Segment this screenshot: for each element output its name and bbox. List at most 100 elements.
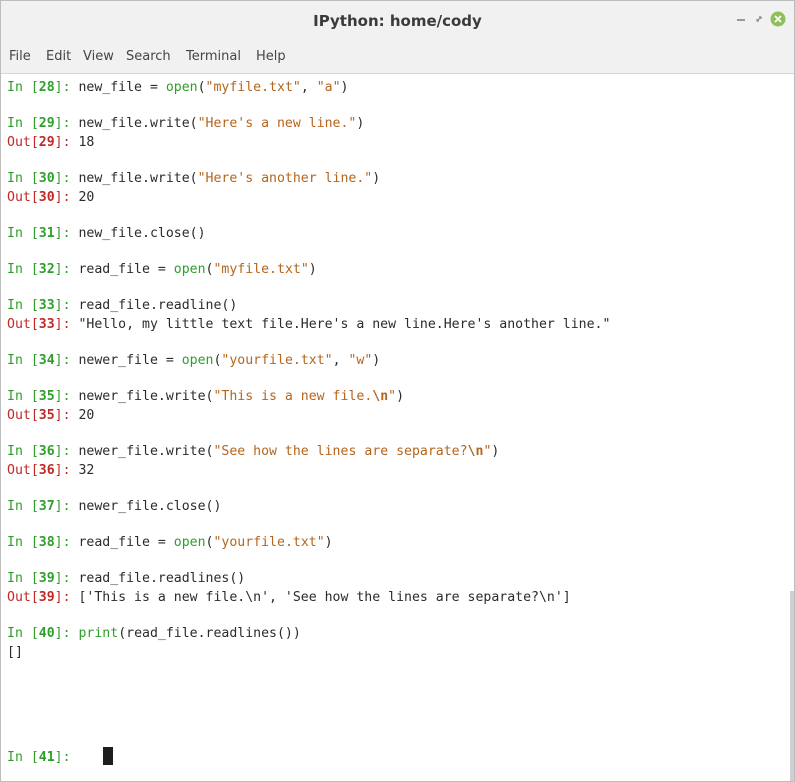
- menu-view[interactable]: View: [83, 49, 114, 65]
- out-prompt: Out[: [7, 317, 39, 332]
- code-segment: ): [396, 389, 405, 404]
- in-prompt-number: 31: [38, 226, 55, 241]
- out-prompt: ]:: [54, 317, 79, 332]
- menu-edit[interactable]: Edit: [46, 49, 71, 65]
- close-icon: [770, 11, 786, 27]
- in-prompt: In [: [7, 298, 39, 313]
- minimize-icon: [737, 19, 745, 21]
- out-prompt-number: 35: [38, 408, 55, 423]
- code-segment: new_file =: [78, 80, 166, 95]
- in-prompt-number: 36: [38, 444, 55, 459]
- menu-file[interactable]: File: [9, 49, 31, 65]
- in-prompt-number: 35: [38, 389, 55, 404]
- window-title: IPython: home/cody: [313, 12, 482, 30]
- in-prompt: ]:: [54, 353, 79, 368]
- out-prompt-number: 36: [38, 463, 55, 478]
- menu-help[interactable]: Help: [256, 49, 286, 65]
- output-value: 18: [78, 135, 95, 150]
- in-prompt: ]:: [54, 80, 79, 95]
- out-prompt-number: 29: [38, 135, 55, 150]
- in-prompt: In [: [7, 80, 39, 95]
- in-prompt-number: 40: [38, 626, 55, 641]
- scrollbar[interactable]: [790, 591, 794, 781]
- in-prompt: ]:: [54, 171, 79, 186]
- in-prompt-number: 30: [38, 171, 55, 186]
- out-prompt: Out[: [7, 190, 39, 205]
- code-segment: new_file.write(: [78, 116, 198, 131]
- input-line: In [40]: print(read_file.readlines()): [7, 624, 301, 643]
- code-segment: "Here's another line.": [197, 171, 373, 186]
- code-segment: newer_file.write(: [78, 444, 214, 459]
- in-prompt: ]:: [54, 116, 79, 131]
- output-line: Out[35]: 20: [7, 406, 94, 425]
- code-segment: ): [372, 353, 381, 368]
- menu-terminal[interactable]: Terminal: [186, 49, 241, 65]
- code-segment: newer_file.write(: [78, 389, 214, 404]
- restore-icon: [756, 16, 762, 22]
- code-segment: (: [197, 80, 206, 95]
- code-segment: "myfile.txt": [213, 262, 309, 277]
- code-segment: \n: [467, 444, 484, 459]
- plain-output-line: []: [7, 643, 23, 662]
- code-segment: "See how the lines are separate?: [213, 444, 468, 459]
- code-segment: open: [173, 262, 206, 277]
- input-line: In [35]: newer_file.write("This is a new…: [7, 387, 404, 406]
- code-segment: (read_file.readlines()): [118, 626, 301, 641]
- minimize-button[interactable]: [731, 9, 751, 29]
- close-button[interactable]: [768, 9, 788, 29]
- out-prompt-number: 39: [38, 590, 55, 605]
- in-prompt: In [: [7, 353, 39, 368]
- output-line: Out[29]: 18: [7, 133, 94, 152]
- input-line: In [36]: newer_file.write("See how the l…: [7, 442, 499, 461]
- in-prompt-number: 39: [38, 571, 55, 586]
- code-segment: new_file.write(: [78, 171, 198, 186]
- out-prompt: ]:: [54, 463, 79, 478]
- code-segment: newer_file =: [78, 353, 182, 368]
- code-segment: read_file =: [78, 535, 174, 550]
- in-prompt: ]:: [54, 444, 79, 459]
- output-line: Out[30]: 20: [7, 188, 94, 207]
- in-prompt: ]:: [54, 499, 79, 514]
- out-prompt: ]:: [54, 590, 79, 605]
- output-line: Out[36]: 32: [7, 461, 94, 480]
- menu-search[interactable]: Search: [126, 49, 171, 65]
- code-segment: "w": [348, 353, 373, 368]
- code-segment: "Here's a new line.": [197, 116, 357, 131]
- in-prompt: ]:: [54, 298, 79, 313]
- in-prompt: In [: [7, 116, 39, 131]
- code-segment: ): [491, 444, 500, 459]
- code-segment: "This is a new file.: [213, 389, 373, 404]
- input-line: In [29]: new_file.write("Here's a new li…: [7, 114, 364, 133]
- out-prompt-number: 30: [38, 190, 55, 205]
- terminal-window: IPython: home/cody File Edit View Search…: [0, 0, 795, 782]
- output-value: ['This is a new file.\n', 'See how the l…: [78, 590, 571, 605]
- out-prompt: ]:: [54, 135, 79, 150]
- out-prompt: Out[: [7, 590, 39, 605]
- code-segment: read_file.readline(): [78, 298, 238, 313]
- input-line: In [34]: newer_file = open("yourfile.txt…: [7, 351, 380, 370]
- in-prompt: In [: [7, 535, 39, 550]
- menu-bar: File Edit View Search Terminal Help: [1, 41, 794, 74]
- in-prompt-number: 29: [38, 116, 55, 131]
- input-line: In [41]:: [7, 748, 78, 767]
- code-segment: ,: [332, 353, 349, 368]
- code-segment: print: [78, 626, 119, 641]
- input-line: In [28]: new_file = open("myfile.txt", "…: [7, 78, 349, 97]
- code-segment: ): [324, 535, 333, 550]
- code-segment: newer_file.close(): [78, 499, 222, 514]
- restore-button[interactable]: [749, 9, 769, 29]
- title-bar[interactable]: IPython: home/cody: [1, 1, 794, 41]
- in-prompt-number: 41: [38, 750, 55, 765]
- output-value: 32: [78, 463, 95, 478]
- code-segment: read_file.readlines(): [78, 571, 246, 586]
- terminal-output[interactable]: In [28]: new_file = open("myfile.txt", "…: [7, 74, 792, 781]
- output-value: 20: [78, 408, 95, 423]
- code-segment: ,: [300, 80, 317, 95]
- in-prompt: ]:: [54, 626, 79, 641]
- output-line: Out[39]: ['This is a new file.\n', 'See …: [7, 588, 571, 607]
- in-prompt: ]:: [54, 535, 79, 550]
- code-segment: ): [340, 80, 349, 95]
- in-prompt: In [: [7, 571, 39, 586]
- input-line: In [37]: newer_file.close(): [7, 497, 221, 516]
- in-prompt: In [: [7, 389, 39, 404]
